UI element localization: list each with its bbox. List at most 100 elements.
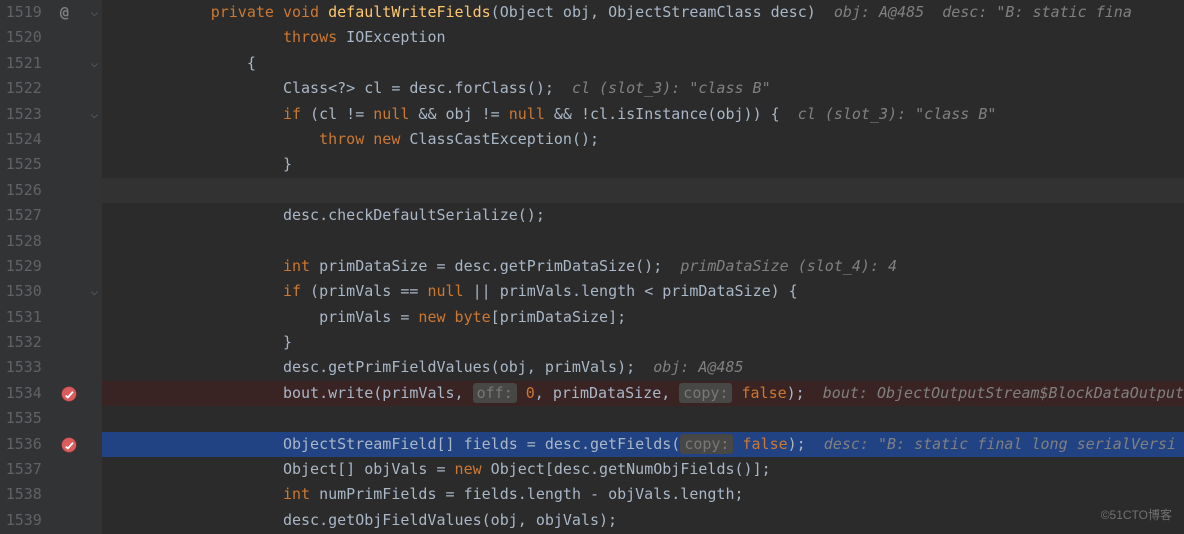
code-token: cl (slot_3): "class B" [798,105,997,123]
line-number: 1523 [0,102,42,127]
gutter-row[interactable] [52,355,102,380]
gutter-row[interactable] [52,457,102,482]
code-token: void [283,3,328,21]
code-token: new [455,460,491,478]
code-token: Object[] objVals = [247,460,455,478]
code-line[interactable]: private void defaultWriteFields(Object o… [102,0,1184,25]
code-token [733,435,742,453]
code-line[interactable] [102,178,1184,203]
line-number: 1520 [0,25,42,50]
line-number: 1524 [0,127,42,152]
code-line[interactable]: desc.checkDefaultSerialize(); [102,203,1184,228]
line-number-gutter: 1519152015211522152315241525152615271528… [0,0,52,534]
code-token [247,105,283,123]
line-number: 1534 [0,381,42,406]
gutter-row[interactable] [52,330,102,355]
gutter-row[interactable] [52,482,102,507]
gutter-row[interactable] [52,406,102,431]
line-number: 1533 [0,355,42,380]
fold-toggle-icon[interactable]: ⌵ [91,51,99,76]
code-line[interactable]: ObjectStreamField[] fields = desc.getFie… [102,432,1184,457]
gutter-row[interactable]: ⌵ [52,279,102,304]
gutter-row[interactable] [52,305,102,330]
code-editor[interactable]: 1519152015211522152315241525152615271528… [0,0,1184,534]
code-line[interactable]: if (cl != null && obj != null && !cl.isI… [102,102,1184,127]
code-token: bout: ObjectOutputStream$BlockDataOutput [823,384,1184,402]
gutter-row[interactable] [52,381,102,406]
code-token [247,485,283,503]
line-number: 1530 [0,279,42,304]
code-token: primDataSize (slot_4): 4 [680,257,897,275]
code-token: (Object obj, ObjectStreamClass desc) [491,3,834,21]
code-token: (primVals == [310,282,427,300]
code-token: desc: "B: static final long serialVersi [824,435,1176,453]
code-token: ); [788,435,824,453]
code-token: throw new [319,130,409,148]
annotation-marker: @ [60,0,69,25]
line-number: 1525 [0,152,42,177]
code-line[interactable]: int primDataSize = desc.getPrimDataSize(… [102,254,1184,279]
breakpoint-icon[interactable] [60,385,78,403]
line-number: 1537 [0,457,42,482]
code-token: && !cl.isInstance(obj)) { [554,105,798,123]
code-token: Object[desc.getNumObjFields()]; [491,460,771,478]
code-line[interactable]: desc.getObjFieldValues(obj, objVals); [102,508,1184,533]
code-token: Class<?> cl = desc.forClass(); [247,79,572,97]
code-line[interactable]: } [102,152,1184,177]
code-line[interactable]: throws IOException [102,25,1184,50]
code-token: null [427,282,472,300]
line-number: 1539 [0,508,42,533]
gutter-row[interactable] [52,229,102,254]
code-line[interactable]: } [102,330,1184,355]
code-area[interactable]: private void defaultWriteFields(Object o… [102,0,1184,534]
gutter-row[interactable] [52,152,102,177]
marker-gutter[interactable]: @⌵⌵⌵⌵ [52,0,102,534]
code-line[interactable]: if (primVals == null || primVals.length … [102,279,1184,304]
code-line[interactable] [102,229,1184,254]
code-token: throws [283,28,346,46]
code-line[interactable]: bout.write(primVals, off: 0, primDataSiz… [102,381,1184,406]
code-line[interactable]: throw new ClassCastException(); [102,127,1184,152]
code-line[interactable]: { [102,51,1184,76]
gutter-row[interactable] [52,254,102,279]
code-line[interactable]: Object[] objVals = new Object[desc.getNu… [102,457,1184,482]
gutter-row[interactable] [52,432,102,457]
inline-param-hint: copy: [680,434,733,454]
code-token: int [283,257,319,275]
gutter-row[interactable] [52,508,102,533]
code-line[interactable]: desc.getPrimFieldValues(obj, primVals); … [102,355,1184,380]
code-line[interactable] [102,406,1184,431]
gutter-row[interactable] [52,25,102,50]
code-token: { [247,54,256,72]
code-token: cl (slot_3): "class B" [572,79,771,97]
code-token: (cl != [310,105,373,123]
watermark: ©51CTO博客 [1101,503,1172,528]
code-token: , primDataSize, [535,384,680,402]
gutter-row[interactable]: ⌵ [52,102,102,127]
line-number: 1536 [0,432,42,457]
line-number: 1522 [0,76,42,101]
gutter-row[interactable]: ⌵ [52,51,102,76]
code-token: desc.checkDefaultSerialize(); [247,206,545,224]
fold-toggle-icon[interactable]: ⌵ [91,102,99,127]
fold-toggle-icon[interactable]: ⌵ [91,0,99,25]
code-token: primDataSize = desc.getPrimDataSize(); [319,257,680,275]
code-line[interactable]: int numPrimFields = fields.length - objV… [102,482,1184,507]
gutter-row[interactable] [52,203,102,228]
code-token: obj: A@485 [653,358,743,376]
code-line[interactable]: Class<?> cl = desc.forClass(); cl (slot_… [102,76,1184,101]
code-token: if [283,105,310,123]
code-token: 0 [526,384,535,402]
code-token: IOException [346,28,445,46]
gutter-row[interactable]: @⌵ [52,0,102,25]
gutter-row[interactable] [52,178,102,203]
gutter-row[interactable] [52,127,102,152]
code-token: ClassCastException(); [409,130,599,148]
breakpoint-icon[interactable] [60,436,78,454]
code-token [247,130,319,148]
gutter-row[interactable] [52,76,102,101]
code-line[interactable]: primVals = new byte[primDataSize]; [102,305,1184,330]
code-token: desc.getPrimFieldValues(obj, primVals); [247,358,653,376]
line-number: 1519 [0,0,42,25]
fold-toggle-icon[interactable]: ⌵ [91,279,99,304]
